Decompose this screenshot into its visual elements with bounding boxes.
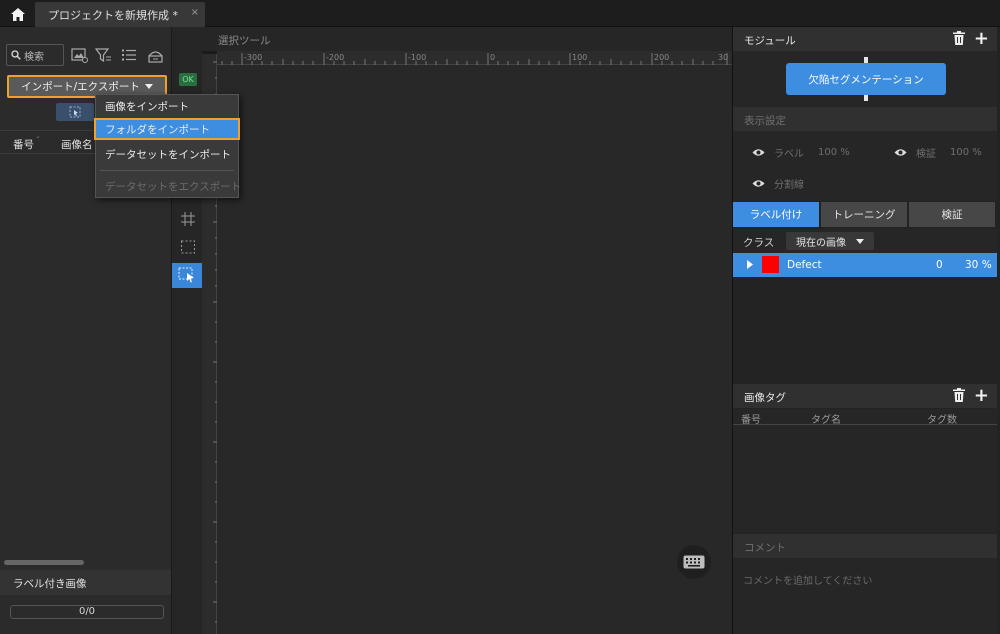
- class-row: クラス 現在の画像: [733, 229, 997, 253]
- display-settings-body: ラベル 100 % 検証 100 % 分割線: [733, 131, 997, 201]
- plus-icon[interactable]: +: [974, 28, 989, 49]
- canvas-header: 選択ツール: [202, 27, 732, 51]
- ruler-tick-label: 0: [490, 53, 495, 62]
- project-tab-title: プロジェクトを新規作成 *: [48, 9, 178, 22]
- class-label: クラス: [743, 237, 775, 249]
- camera-icon[interactable]: [144, 45, 166, 65]
- plus-icon[interactable]: +: [974, 385, 989, 406]
- comment-header: コメント: [733, 534, 997, 558]
- tab-validation[interactable]: 検証: [909, 202, 995, 227]
- select-all-icon[interactable]: [56, 103, 94, 121]
- tag-column-count: タグ数: [927, 415, 957, 426]
- class-scope-value: 現在の画像: [796, 237, 846, 249]
- caret-down-icon: [856, 238, 864, 244]
- grid-tool-icon[interactable]: [176, 208, 200, 230]
- image-tag-columns: 番号 タグ名 タグ数: [733, 409, 997, 426]
- tag-column-name: タグ名: [811, 415, 841, 426]
- tab-training[interactable]: トレーニング: [821, 202, 907, 227]
- mode-tabs: ラベル付け トレーニング 検証: [733, 202, 997, 227]
- label-visibility-name: ラベル: [774, 149, 804, 160]
- ok-badge[interactable]: OK: [179, 73, 197, 86]
- tag-column-number: 番号: [741, 415, 761, 426]
- caret-down-icon: [144, 84, 153, 89]
- verify-visibility-value: 100 %: [950, 147, 982, 158]
- menu-import-images[interactable]: 画像をインポート: [96, 95, 238, 117]
- module-button-label: 欠陥セグメンテーション: [808, 73, 924, 86]
- sort-icon[interactable]: ˇ: [36, 136, 40, 145]
- image-canvas[interactable]: [217, 65, 732, 634]
- trash-icon[interactable]: [953, 388, 965, 402]
- eye-icon: [752, 149, 765, 156]
- trash-icon[interactable]: [953, 31, 965, 45]
- image-tag-list: [733, 425, 997, 533]
- eye-icon: [894, 149, 907, 156]
- import-export-label: インポート/エクスポート: [21, 81, 140, 93]
- comment-input[interactable]: コメントを追加してください: [733, 558, 997, 634]
- ruler-tick-label: 30: [718, 53, 728, 62]
- horizontal-ruler: -300 -200 -100 0 100 200 30: [217, 51, 732, 65]
- top-bar: プロジェクトを新規作成 * ×: [0, 0, 1000, 27]
- column-number[interactable]: 番号: [13, 137, 34, 152]
- labeled-images-title: ラベル付き画像: [13, 578, 87, 590]
- label-visibility[interactable]: ラベル 100 %: [752, 145, 850, 160]
- search-icon: [11, 50, 21, 60]
- ruler-tick-label: -200: [326, 53, 344, 62]
- class-item-defect[interactable]: Defect 0 30 %: [733, 253, 997, 277]
- display-settings-title: 表示設定: [744, 115, 786, 127]
- rectangle-select-icon[interactable]: [176, 236, 200, 258]
- selection-tool-icon[interactable]: [172, 263, 202, 288]
- ruler-tick-label: 100: [572, 53, 587, 62]
- horizontal-scrollbar[interactable]: [4, 560, 84, 565]
- defect-segmentation-module[interactable]: 欠陥セグメンテーション: [786, 63, 946, 95]
- labeled-progress: 0/0: [10, 605, 164, 619]
- ruler-tick-label: -100: [408, 53, 426, 62]
- class-percent: 30 %: [965, 259, 992, 271]
- comment-title: コメント: [744, 542, 786, 554]
- image-tag-title: 画像タグ: [744, 392, 786, 404]
- import-export-menu: 画像をインポート フォルダをインポート データセットをインポート データセットを…: [94, 94, 242, 198]
- filter-icon[interactable]: [92, 45, 114, 65]
- class-color-swatch[interactable]: [762, 256, 779, 273]
- verify-visibility[interactable]: 検証 100 %: [894, 145, 982, 160]
- menu-import-dataset[interactable]: データセットをインポート: [96, 143, 238, 165]
- comment-placeholder: コメントを追加してください: [743, 576, 873, 587]
- keyboard-icon[interactable]: [677, 545, 711, 579]
- menu-export-dataset: データセットをエクスポート: [105, 180, 242, 193]
- search-placeholder: 検索: [24, 51, 44, 63]
- ruler-tick-label: -300: [244, 53, 262, 62]
- class-count: 0: [936, 259, 943, 271]
- module-title: モジュール: [744, 35, 796, 47]
- verify-visibility-name: 検証: [916, 149, 936, 160]
- project-tab[interactable]: プロジェクトを新規作成 * ×: [35, 2, 205, 27]
- divider-visibility[interactable]: 分割線: [752, 176, 804, 191]
- class-scope-dropdown[interactable]: 現在の画像: [786, 232, 874, 250]
- label-visibility-value: 100 %: [818, 147, 850, 158]
- search-input[interactable]: 検索: [6, 44, 64, 66]
- divider-visibility-name: 分割線: [774, 180, 804, 191]
- tab-labeling[interactable]: ラベル付け: [733, 202, 819, 227]
- right-panel: モジュール + 欠陥セグメンテーション 表示設定 ラベル 100 % 検証 10…: [732, 27, 1000, 634]
- menu-divider: [100, 170, 234, 171]
- display-settings-header: 表示設定: [733, 107, 997, 131]
- column-image-name[interactable]: 画像名: [61, 137, 93, 152]
- module-header: モジュール +: [733, 27, 997, 51]
- class-name: Defect: [787, 259, 822, 271]
- image-tag-header: 画像タグ +: [733, 384, 997, 408]
- image-filter-icon[interactable]: [68, 45, 90, 65]
- canvas-title: 選択ツール: [218, 35, 271, 47]
- eye-icon: [752, 180, 765, 187]
- ruler-tick-label: 200: [654, 53, 669, 62]
- menu-import-folder[interactable]: フォルダをインポート: [94, 118, 240, 140]
- home-icon[interactable]: [4, 2, 32, 26]
- labeled-images-section: ラベル付き画像: [0, 570, 171, 595]
- expand-arrow-icon[interactable]: [747, 260, 753, 269]
- list-view-icon[interactable]: [118, 45, 140, 65]
- close-icon[interactable]: ×: [191, 7, 199, 18]
